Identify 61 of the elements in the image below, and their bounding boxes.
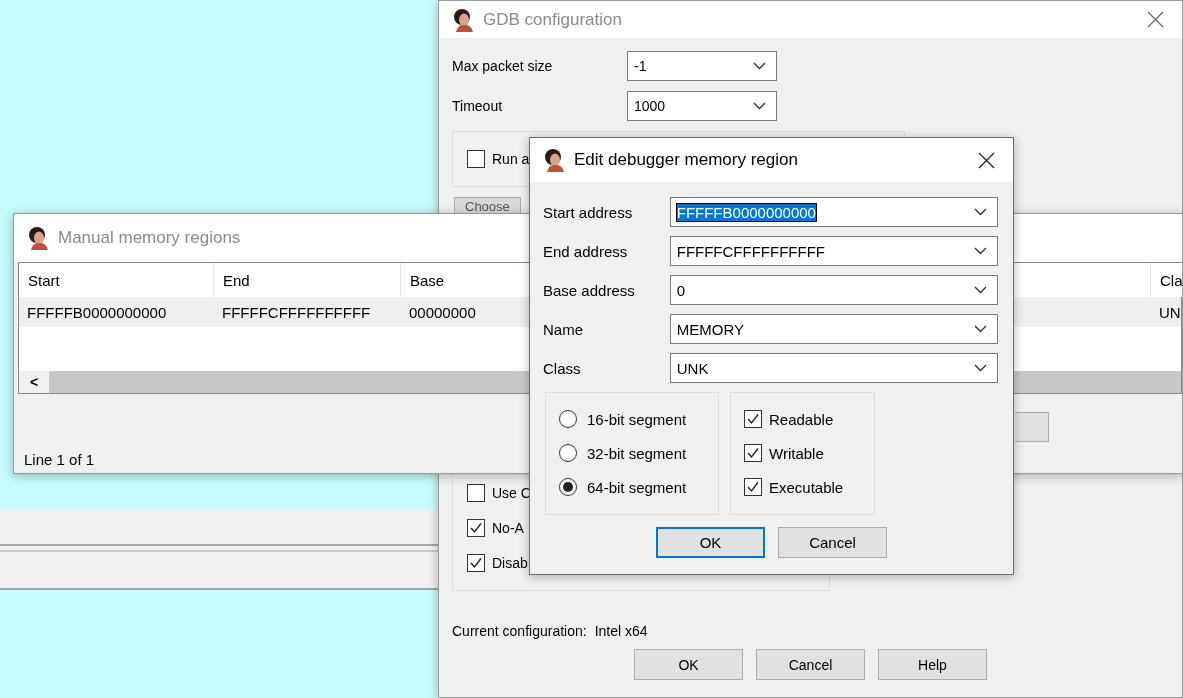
combo-box[interactable]: 1000 <box>627 91 777 121</box>
checkbox-label[interactable]: Writable <box>769 444 824 462</box>
chevron-icon <box>753 62 766 70</box>
table-cell-text: 00000000 <box>408 303 477 321</box>
chevron-icon <box>974 247 987 255</box>
combo-box[interactable]: 0 <box>669 275 998 305</box>
close-icon <box>1147 11 1164 28</box>
dialog-button[interactable]: Cancel <box>756 649 865 680</box>
field-label: Current configuration: <box>452 623 587 639</box>
table-cell-text: FFFFFB0000000000 <box>26 303 168 321</box>
field-label: Name <box>543 320 584 338</box>
checkbox[interactable] <box>744 410 762 428</box>
window-title: GDB configuration <box>483 9 622 30</box>
field-label: Class <box>543 359 582 377</box>
radio-button[interactable] <box>559 478 577 496</box>
dialog-button[interactable]: Cancel <box>778 527 887 558</box>
person-icon <box>544 148 566 172</box>
dialog-button[interactable]: Help <box>878 649 987 680</box>
checkbox[interactable] <box>467 519 485 537</box>
checkbox-label[interactable]: Readable <box>769 410 834 428</box>
combo-box[interactable]: FFFFFCFFFFFFFFFF <box>669 236 998 266</box>
checkbox[interactable] <box>744 478 762 496</box>
checkbox[interactable] <box>744 444 762 462</box>
chevron-icon <box>974 364 987 372</box>
close-icon <box>978 151 995 169</box>
field-label: Start address <box>543 203 634 221</box>
checkbox-label[interactable]: Executable <box>769 478 844 496</box>
chevron-icon <box>753 102 766 110</box>
dialog-button[interactable]: OK <box>656 527 765 558</box>
combo-box[interactable]: FFFFFB0000000000 <box>669 197 998 227</box>
checkbox[interactable] <box>467 150 485 168</box>
scroll-left-button[interactable]: < <box>19 371 49 393</box>
chevron-icon <box>974 286 987 294</box>
combo-box[interactable]: MEMORY <box>669 314 998 344</box>
radio-button[interactable] <box>559 410 577 428</box>
checkbox-label[interactable]: Run a <box>492 151 530 167</box>
radio-label[interactable]: 32-bit segment <box>587 444 687 462</box>
checkbox-label[interactable]: No-A <box>492 520 524 536</box>
window-title: Edit debugger memory region <box>574 150 798 170</box>
checkbox[interactable] <box>467 554 485 572</box>
radio-label[interactable]: 64-bit segment <box>587 478 687 496</box>
table-cell-text: FFFFFCFFFFFFFFFF <box>221 303 372 321</box>
combo-box[interactable]: -1 <box>627 51 777 81</box>
checkbox[interactable] <box>467 484 485 502</box>
window-title: Manual memory regions <box>58 228 241 248</box>
person-icon <box>28 226 50 250</box>
status-text: Line 1 of 1 <box>24 451 95 468</box>
radio-button[interactable] <box>559 444 577 462</box>
field-label: End address <box>543 242 629 260</box>
checkbox-label[interactable]: Disab <box>492 555 528 571</box>
radio-label[interactable]: 16-bit segment <box>587 410 687 428</box>
table-cell-text: UN <box>1158 303 1182 321</box>
chevron-icon <box>974 208 987 216</box>
field-value: Intel x64 <box>594 623 648 639</box>
field-label: Timeout <box>452 98 504 114</box>
field-label: Max packet size <box>452 58 554 74</box>
person-icon <box>453 7 475 32</box>
chevron-icon <box>974 325 987 333</box>
combo-box[interactable]: UNK <box>669 353 998 383</box>
dialog-button[interactable]: OK <box>634 649 743 680</box>
field-label: Base address <box>543 281 636 299</box>
